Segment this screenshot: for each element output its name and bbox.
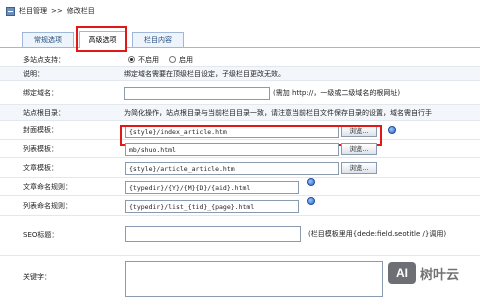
site-root-text: 为简化操作，站点根目录与当前栏目目录一致，请注意当前栏目文件保存目录的设置，域名… [124,108,432,117]
keywords-textarea[interactable] [125,261,383,297]
window-icon [6,6,15,16]
multi-site-label: 多站点支持： [23,55,65,64]
highlight-advanced-tab [76,26,127,52]
tab-content[interactable]: 栏目内容 [132,32,184,47]
seo-title-label: SEO标题： [23,231,59,239]
note-row: 说明： 绑定域名需要在顶级栏目设定，子级栏目更改无效。 [0,67,480,81]
breadcrumb-root-link[interactable]: 栏目管理 [19,6,47,16]
domain-hint: (需加 http://，一级或二级域名的根网址) [273,88,401,97]
info-icon[interactable] [388,126,396,134]
cover-template-label: 封面模板： [23,126,58,134]
list-naming-label: 列表命名规则： [23,201,72,210]
domain-label: 绑定域名： [23,88,58,97]
site-root-label: 站点根目录： [23,108,65,117]
article-template-browse-button[interactable]: 浏览... [341,162,377,174]
watermark-text: 树叶云 [420,267,460,283]
article-naming-row: 文章命名规则： {typedir}/{Y}/{M}{D}/{aid}.html [0,178,480,196]
list-naming-row: 列表命名规则： {typedir}/list_{tid}_{page}.html [0,196,480,216]
domain-input[interactable] [124,87,270,100]
seo-title-hint: (栏目模板里用{dede:field.seotitle /}调用) [308,230,447,238]
breadcrumb-current: 修改栏目 [66,7,95,15]
list-template-label: 列表模板： [23,144,58,153]
tab-bar: 常规选项 高级选项 栏目内容 [0,27,480,48]
multi-site-off-label: 不启用 [138,55,159,64]
seo-title-input[interactable] [125,226,301,242]
article-template-label: 文章模板： [23,163,58,172]
multi-site-options: 不启用 启用 [128,53,193,66]
article-naming-input[interactable]: {typedir}/{Y}/{M}{D}/{aid}.html [125,181,299,194]
multi-site-off-radio[interactable] [128,56,135,63]
multi-site-on-label: 启用 [179,55,193,64]
article-template-input[interactable]: {style}/article_article.htm [125,162,339,175]
watermark: AI 树叶云 [388,262,459,284]
list-template-input[interactable]: mb/shuo.html [125,143,339,156]
tab-general[interactable]: 常规选项 [22,32,74,47]
breadcrumb-separator: >> [51,7,63,15]
info-icon[interactable] [307,178,315,186]
watermark-logo: AI [388,262,416,284]
article-template-row: 文章模板： {style}/article_article.htm 浏览... [0,158,480,178]
site-root-row: 站点根目录： 为简化操作，站点根目录与当前栏目目录一致，请注意当前栏目文件保存目… [0,105,480,121]
article-naming-label: 文章命名规则： [23,182,72,191]
keywords-label: 关键字： [23,273,51,281]
domain-row: 绑定域名： (需加 http://，一级或二级域名的根网址) [0,81,480,105]
breadcrumb: 栏目管理 >> 修改栏目 [6,5,95,17]
list-template-browse-button[interactable]: 浏览... [341,143,377,155]
note-text: 绑定域名需要在顶级栏目设定，子级栏目更改无效。 [124,69,285,78]
note-label: 说明： [23,69,44,78]
seo-title-row: SEO标题： (栏目模板里用{dede:field.seotitle /}调用) [0,216,480,256]
info-icon[interactable] [307,197,315,205]
list-naming-input[interactable]: {typedir}/list_{tid}_{page}.html [125,200,299,213]
list-template-row: 列表模板： mb/shuo.html 浏览... [0,140,480,158]
multi-site-row: 多站点支持： 不启用 启用 [0,53,480,67]
multi-site-on-radio[interactable] [169,56,176,63]
